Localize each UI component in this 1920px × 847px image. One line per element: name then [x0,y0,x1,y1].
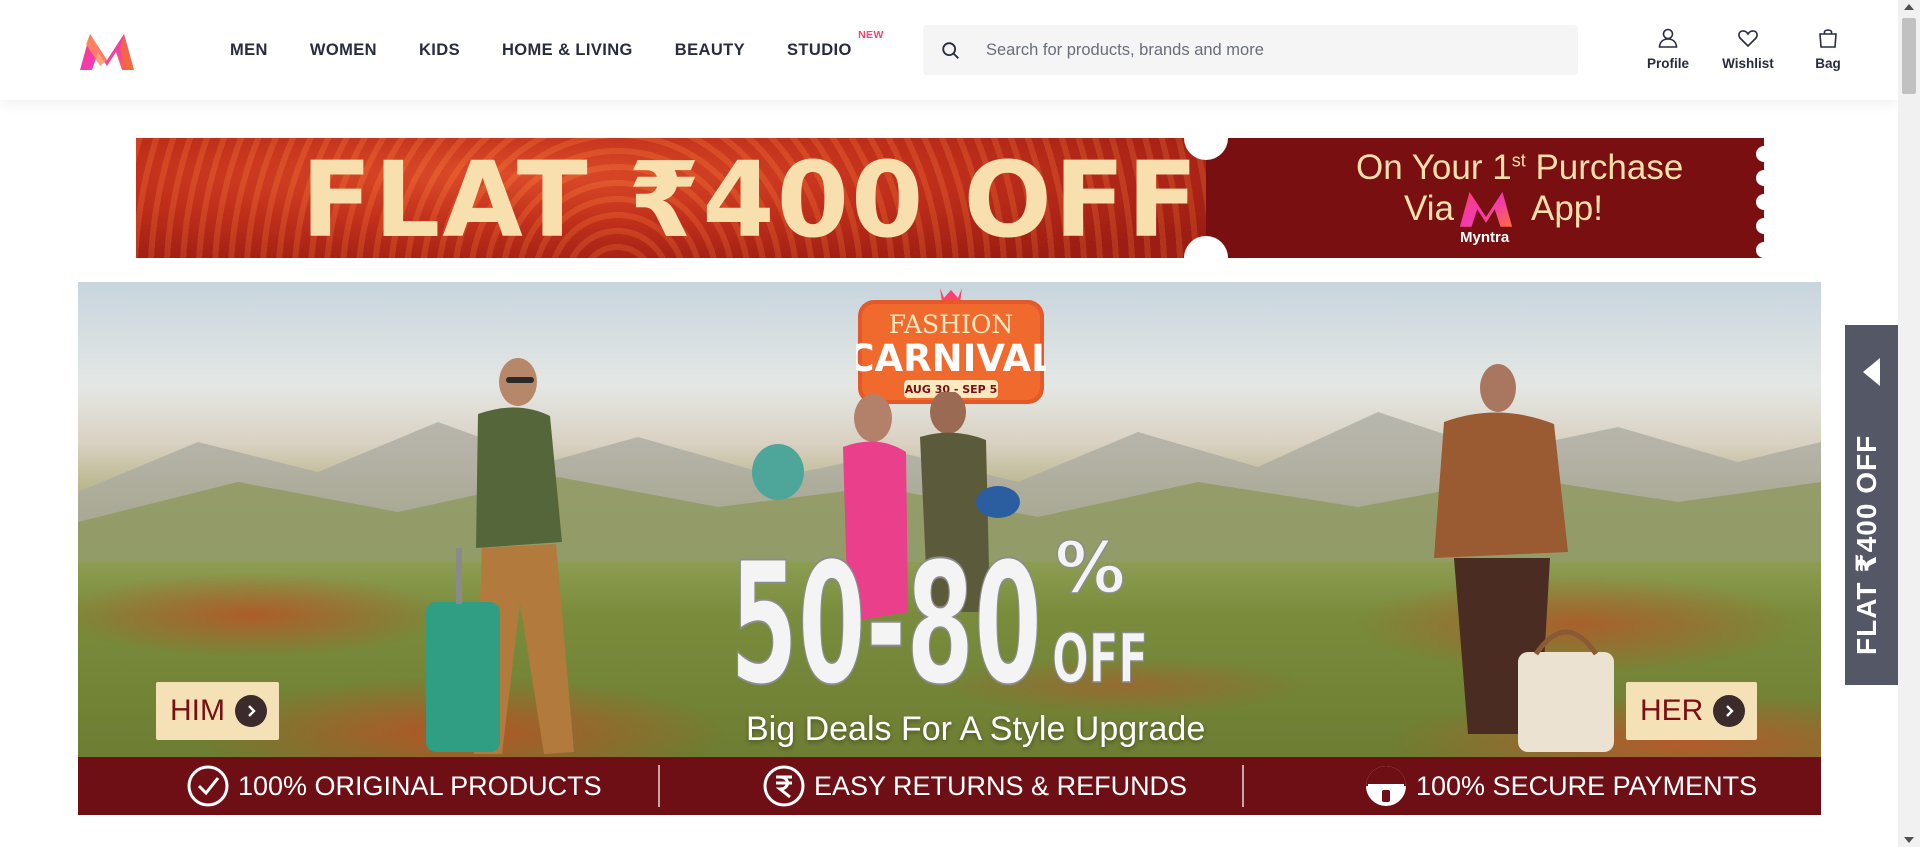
search-input[interactable] [986,26,1566,74]
rupee-circle-icon [763,765,805,807]
bag-icon [1819,29,1837,48]
promo-via: Via [1404,189,1454,228]
header-actions: Profile Wishlist Bag [1628,26,1868,71]
hero-banner[interactable]: FASHION CARNIVAL AUG 30 - SEP 5 50-80 % … [78,282,1821,757]
trust-secure-label: 100% SECURE PAYMENTS [1416,770,1758,801]
profile-icon [1658,28,1678,48]
hero-tagline: Big Deals For A Style Upgrade [746,710,1206,748]
trust-returns: EASY RETURNS & REFUNDS [762,757,1187,815]
flat-offer-side-tab[interactable]: FLAT ₹400 OFF [1845,325,1899,685]
scroll-down-icon[interactable] [1904,837,1914,843]
promo-banner[interactable]: FLAT ₹400 OFF On Your 1st Purchase Via A… [136,138,1764,258]
model-him [426,358,574,754]
promo-headline: FLAT ₹400 OFF [301,139,1201,258]
promo-via-app: Via App! [1404,189,1603,229]
secure-icon [1366,766,1406,806]
nav-studio[interactable]: STUDIO NEW [787,29,883,60]
trust-original-label: 100% ORIGINAL PRODUCTS [238,770,602,801]
discount-off: OFF [1052,620,1148,692]
side-tab-label: FLAT ₹400 OFF [1851,434,1882,655]
model-her [1434,364,1614,752]
trust-returns-label: EASY RETURNS & REFUNDS [814,770,1188,801]
chevron-right-icon [1713,695,1746,727]
new-badge: NEW [858,28,884,41]
myntra-logo-small [1459,191,1513,227]
check-circle-icon [187,765,229,807]
carnival-line2: CARNIVAL [856,337,1046,380]
promo-app: App! [1531,189,1603,228]
trust-secure: 100% SECURE PAYMENTS [1364,757,1757,815]
fashion-carnival-badge: FASHION CARNIVAL AUG 30 - SEP 5 [856,288,1046,404]
promo-first-purchase: On Your 1st Purchase [1356,148,1683,188]
wishlist-label: Wishlist [1722,56,1774,71]
her-label: HER [1640,694,1704,727]
nav-studio-label: STUDIO [787,40,852,59]
nav-men[interactable]: MEN [230,41,268,60]
wishlist-button[interactable]: Wishlist [1708,26,1788,71]
main-nav: MEN WOMEN KIDS HOME & LIVING BEAUTY STUD… [230,0,894,100]
nav-kids[interactable]: KIDS [419,41,460,60]
discount-graphic: 50-80 % OFF [730,525,1149,692]
page-scrollbar[interactable] [1898,0,1920,847]
search-bar [923,25,1578,75]
discount-percent: % [1055,527,1125,609]
shop-him-button[interactable]: HIM [156,682,279,740]
myntra-logo[interactable] [76,30,138,74]
promo-line1-sup: st [1511,150,1526,171]
bag-button[interactable]: Bag [1788,26,1868,71]
discount-range: 50-80 [730,526,1042,692]
nav-women[interactable]: WOMEN [310,41,377,60]
bag-label: Bag [1815,56,1841,71]
chevron-right-icon [235,695,267,727]
profile-button[interactable]: Profile [1628,26,1708,71]
scroll-up-icon[interactable] [1904,4,1914,10]
carnival-line1: FASHION [889,310,1013,339]
heart-icon [1738,30,1758,48]
divider [658,765,660,807]
search-icon[interactable] [940,40,962,62]
profile-label: Profile [1646,56,1689,71]
shop-her-button[interactable]: HER [1626,682,1758,740]
nav-beauty[interactable]: BEAUTY [675,41,745,60]
divider [1242,765,1244,807]
him-label: HIM [170,694,225,727]
promo-line1-pre: On Your 1 [1356,148,1512,187]
collapse-arrow-icon[interactable] [1863,358,1880,386]
scroll-thumb[interactable] [1902,18,1916,94]
nav-home-living[interactable]: HOME & LIVING [502,41,633,60]
trust-original: 100% ORIGINAL PRODUCTS [186,757,602,815]
site-header: MEN WOMEN KIDS HOME & LIVING BEAUTY STUD… [0,0,1898,100]
promo-brand-name: Myntra [1460,229,1510,246]
trust-bar: 100% ORIGINAL PRODUCTS EASY RETURNS & RE… [78,757,1821,815]
promo-line1-post: Purchase [1525,148,1684,187]
